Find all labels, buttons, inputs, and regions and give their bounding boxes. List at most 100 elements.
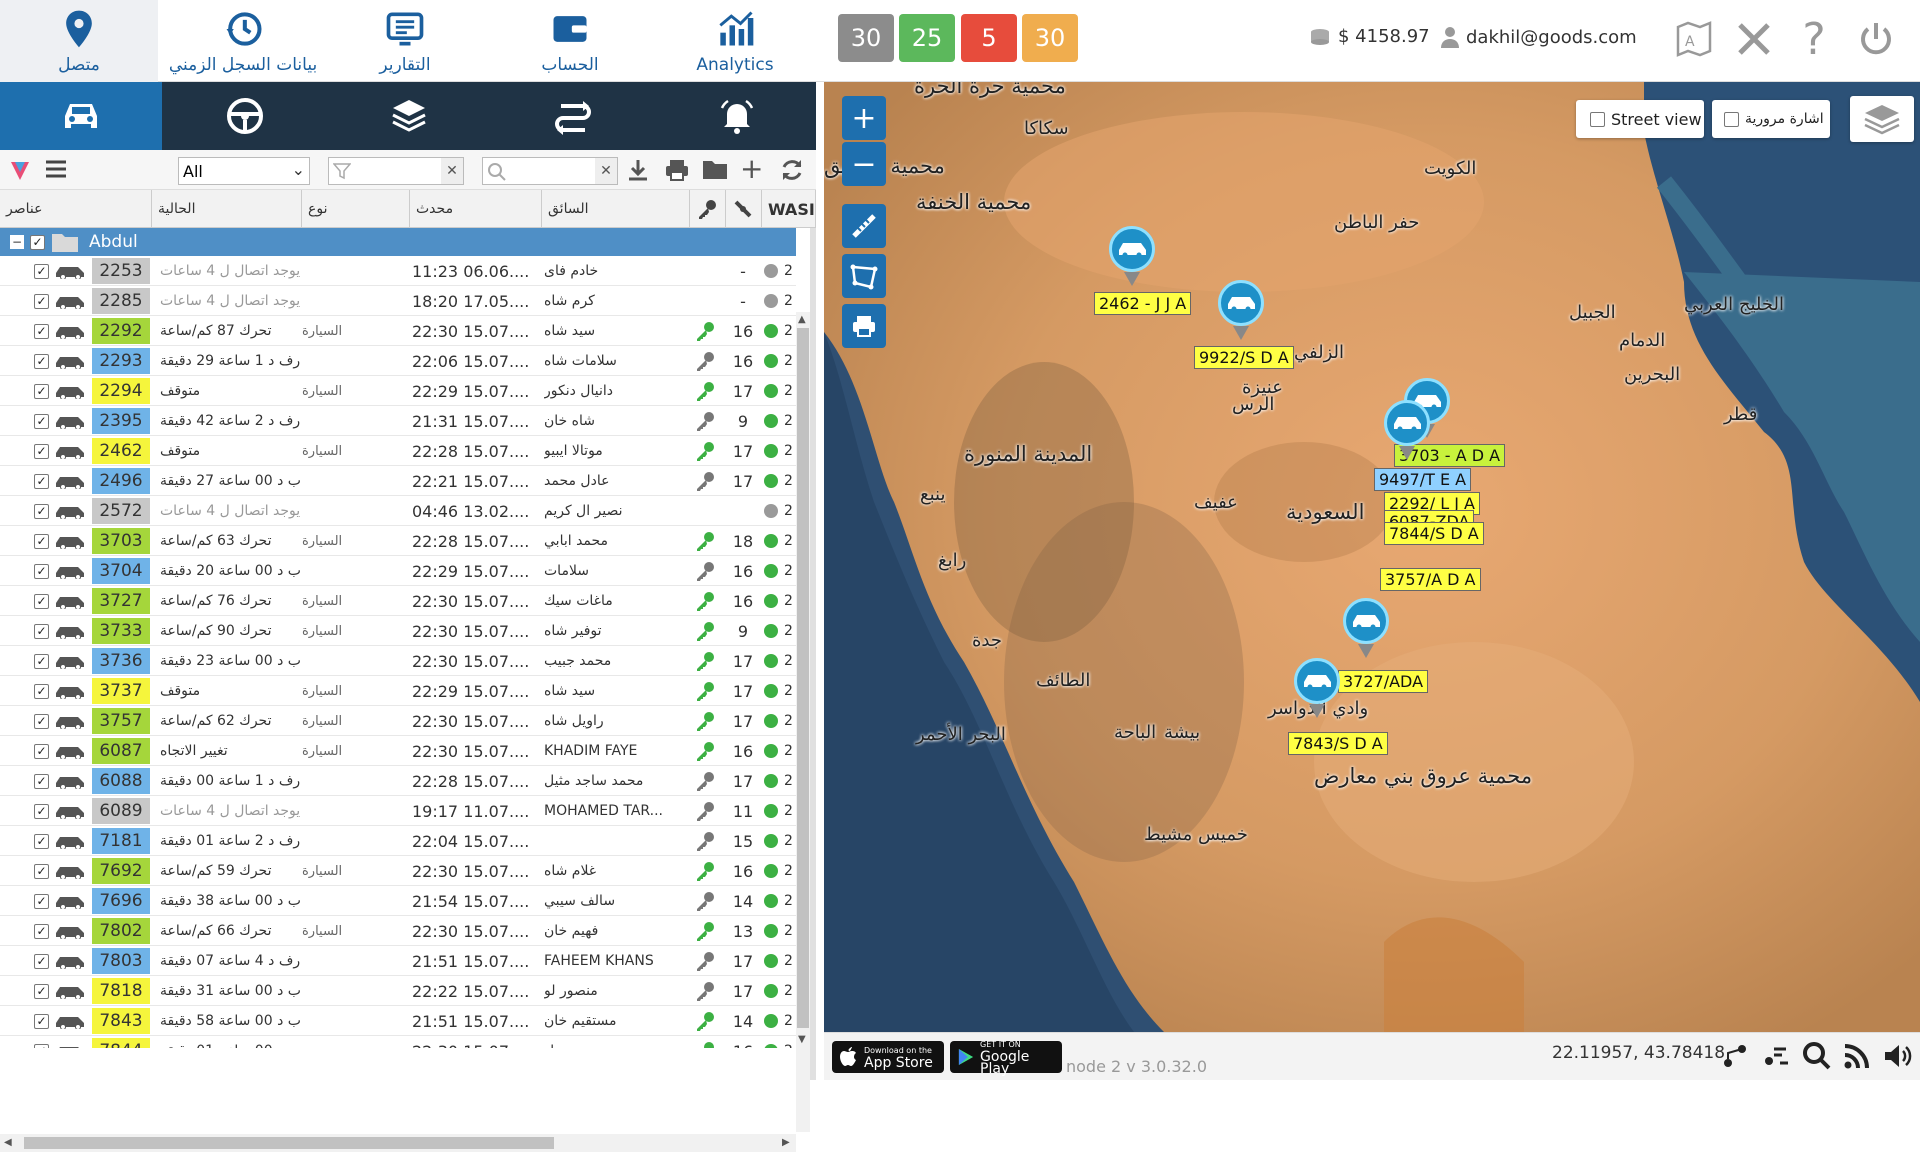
row-checkbox[interactable]: ✓ <box>34 263 49 279</box>
table-row[interactable]: ✓ 3704 السيارة ب د 00 ساعة 20 دقيقة 22:29 1… <box>0 556 796 586</box>
vehicle-marker[interactable] <box>1294 658 1340 718</box>
tab-layers[interactable] <box>328 82 490 150</box>
zoom-out-button[interactable]: − <box>842 142 886 186</box>
row-checkbox[interactable]: ✓ <box>34 503 49 519</box>
tab-drivers[interactable] <box>164 82 326 150</box>
row-checkbox[interactable]: ✓ <box>34 803 49 819</box>
clear-search-icon[interactable]: ✕ <box>595 158 617 184</box>
tab-alerts[interactable] <box>656 82 818 150</box>
polygon-draw-icon[interactable] <box>842 254 886 298</box>
app-store-badge[interactable]: Download on the App Store <box>832 1041 944 1073</box>
table-row[interactable]: ✓ 2462 متوقف السيارة 22:28 15.07.... موتالا ا… <box>0 436 796 466</box>
clear-filter-icon[interactable]: ✕ <box>441 158 463 184</box>
download-icon[interactable] <box>626 158 650 186</box>
sound-icon[interactable] <box>1882 1041 1912 1075</box>
vehicle-plate-label[interactable]: 9497/T E A <box>1374 468 1472 491</box>
table-row[interactable]: ✓ 2253 السيارة يوجد اتصال ل 4 ساعات 11:23 0… <box>0 256 796 286</box>
row-checkbox[interactable]: ✓ <box>34 863 49 879</box>
nav-account[interactable]: الحساب <box>495 0 645 82</box>
counter-online[interactable]: 25 <box>899 14 955 62</box>
filter-input[interactable]: ✕ <box>328 157 464 185</box>
table-row[interactable]: ✓ 3736 السيارة ب د 00 ساعة 23 دقيقة 22:30 1… <box>0 646 796 676</box>
route-icon[interactable] <box>1720 1041 1750 1075</box>
row-checkbox[interactable]: ✓ <box>34 323 49 339</box>
vehicle-plate-label[interactable]: 9922/S D A <box>1194 346 1294 369</box>
scroll-up-icon[interactable]: ▲ <box>798 314 806 325</box>
table-row[interactable]: ✓ 2285 السيارة يوجد اتصال ل 4 ساعات 18:20 1… <box>0 286 796 316</box>
vehicle-marker[interactable] <box>1384 400 1430 460</box>
map-marker-multicolor-icon[interactable] <box>8 158 32 182</box>
row-checkbox[interactable]: ✓ <box>34 773 49 789</box>
map-view[interactable]: محمية حرة الحرةسكاكامحمية الطبيقمحمية ال… <box>824 82 1920 1032</box>
traffic-toggle[interactable]: اشارة مرورية <box>1712 100 1830 138</box>
folder-icon[interactable] <box>702 158 728 184</box>
table-row[interactable]: ✓ 3757 تحرك 62 كم/ساعة السيارة 22:30 15.07..… <box>0 706 796 736</box>
vehicle-marker[interactable] <box>1218 280 1264 340</box>
vehicle-plate-label[interactable]: 3727/ADA <box>1338 670 1429 693</box>
group-checkbox[interactable]: ✓ <box>30 234 45 250</box>
row-checkbox[interactable]: ✓ <box>34 473 49 489</box>
power-icon[interactable] <box>1852 14 1900 64</box>
row-checkbox[interactable]: ✓ <box>34 953 49 969</box>
tools-icon[interactable] <box>1730 14 1778 64</box>
row-checkbox[interactable]: ✓ <box>34 533 49 549</box>
vehicle-plate-label[interactable]: 7843/S D A <box>1288 732 1388 755</box>
table-row[interactable]: ✓ 2293 السيارة رف د 1 ساعة 29 دقيقة 22:06 1… <box>0 346 796 376</box>
row-checkbox[interactable]: ✓ <box>34 623 49 639</box>
vehicle-plate-label[interactable]: 7844/S D A <box>1384 522 1484 545</box>
col-current[interactable]: الحالية <box>152 190 302 228</box>
col-wash[interactable]: WASI <box>762 190 816 228</box>
nav-online[interactable]: متصل <box>0 0 158 82</box>
table-row[interactable]: ✓ 7181 السيارة رف د 2 ساعة 01 دقيقة 22:04 1… <box>0 826 796 856</box>
horizontal-scroll-thumb[interactable] <box>24 1137 554 1149</box>
table-row[interactable]: ✓ 2572 السيارة يوجد اتصال ل 4 ساعات 04:46 1… <box>0 496 796 526</box>
measure-icon[interactable] <box>842 204 886 248</box>
street-view-checkbox[interactable] <box>1590 111 1605 127</box>
tab-vehicles[interactable] <box>0 82 162 150</box>
table-row[interactable]: ✓ 3703 تحرك 63 كم/ساعة السيارة 22:28 15.07..… <box>0 526 796 556</box>
row-checkbox[interactable]: ✓ <box>34 683 49 699</box>
col-type[interactable]: نوع <box>302 190 410 228</box>
row-checkbox[interactable]: ✓ <box>34 383 49 399</box>
counter-offline[interactable]: 5 <box>961 14 1017 62</box>
row-checkbox[interactable]: ✓ <box>34 413 49 429</box>
col-key[interactable] <box>690 190 726 228</box>
counter-idle[interactable]: 30 <box>1022 14 1078 62</box>
tab-routes[interactable] <box>492 82 654 150</box>
table-row[interactable]: ✓ 7696 السيارة ب د 00 ساعة 38 دقيقة 21:54 1… <box>0 886 796 916</box>
street-view-toggle[interactable]: Street view <box>1576 100 1704 138</box>
nav-reports[interactable]: التقارير <box>330 0 480 82</box>
group-row[interactable]: − ✓ Abdul <box>0 228 796 256</box>
nav-history[interactable]: بيانات السجل الزمني <box>158 0 328 82</box>
table-row[interactable]: ✓ 7843 السيارة ب د 00 ساعة 58 دقيقة 21:51 1… <box>0 1006 796 1036</box>
table-row[interactable]: ✓ 3733 تحرك 90 كم/ساعة السيارة 22:30 15.07..… <box>0 616 796 646</box>
refresh-icon[interactable] <box>780 158 804 186</box>
table-row[interactable]: ✓ 6089 السيارة يوجد اتصال ل 4 ساعات 19:17 1… <box>0 796 796 826</box>
row-checkbox[interactable]: ✓ <box>34 743 49 759</box>
table-row[interactable]: ✓ 2395 السيارة رف د 2 ساعة 42 دقيقة 21:31 1… <box>0 406 796 436</box>
row-checkbox[interactable]: ✓ <box>34 923 49 939</box>
row-checkbox[interactable]: ✓ <box>34 443 49 459</box>
scroll-left-icon[interactable]: ◀ <box>4 1137 12 1148</box>
row-checkbox[interactable]: ✓ <box>34 983 49 999</box>
row-checkbox[interactable]: ✓ <box>34 353 49 369</box>
col-driver[interactable]: السائق <box>542 190 690 228</box>
menu-icon[interactable] <box>44 158 68 184</box>
google-play-badge[interactable]: GET IT ON Google Play <box>950 1040 1062 1076</box>
vehicle-marker[interactable] <box>1343 598 1389 658</box>
col-updated[interactable]: محدث <box>410 190 542 228</box>
table-row[interactable]: ✓ 7802 تحرك 66 كم/ساعة السيارة 22:30 15.07..… <box>0 916 796 946</box>
col-elements[interactable]: عناصر <box>0 190 152 228</box>
collapse-icon[interactable]: − <box>10 235 24 249</box>
table-row[interactable]: ✓ 3727 تحرك 76 كم/ساعة السيارة 22:30 15.07..… <box>0 586 796 616</box>
table-row[interactable]: ✓ 2292 تحرك 87 كم/ساعة السيارة 22:30 15.07..… <box>0 316 796 346</box>
table-row[interactable]: ✓ 7844 السيارة ب د 00 ساعة 01 دقيقة 22:30 1… <box>0 1036 796 1048</box>
row-checkbox[interactable]: ✓ <box>34 893 49 909</box>
directions-icon[interactable] <box>1762 1041 1792 1075</box>
row-checkbox[interactable]: ✓ <box>34 1013 49 1029</box>
vertical-scroll-thumb[interactable] <box>797 328 809 1028</box>
scroll-right-icon[interactable]: ▶ <box>782 1137 790 1148</box>
vehicle-plate-label[interactable]: 2462 - J J A <box>1094 292 1192 315</box>
map-search-icon[interactable] <box>1802 1041 1832 1075</box>
table-row[interactable]: ✓ 6087 تغيير الاتجاه السيارة 22:30 15.07....… <box>0 736 796 766</box>
